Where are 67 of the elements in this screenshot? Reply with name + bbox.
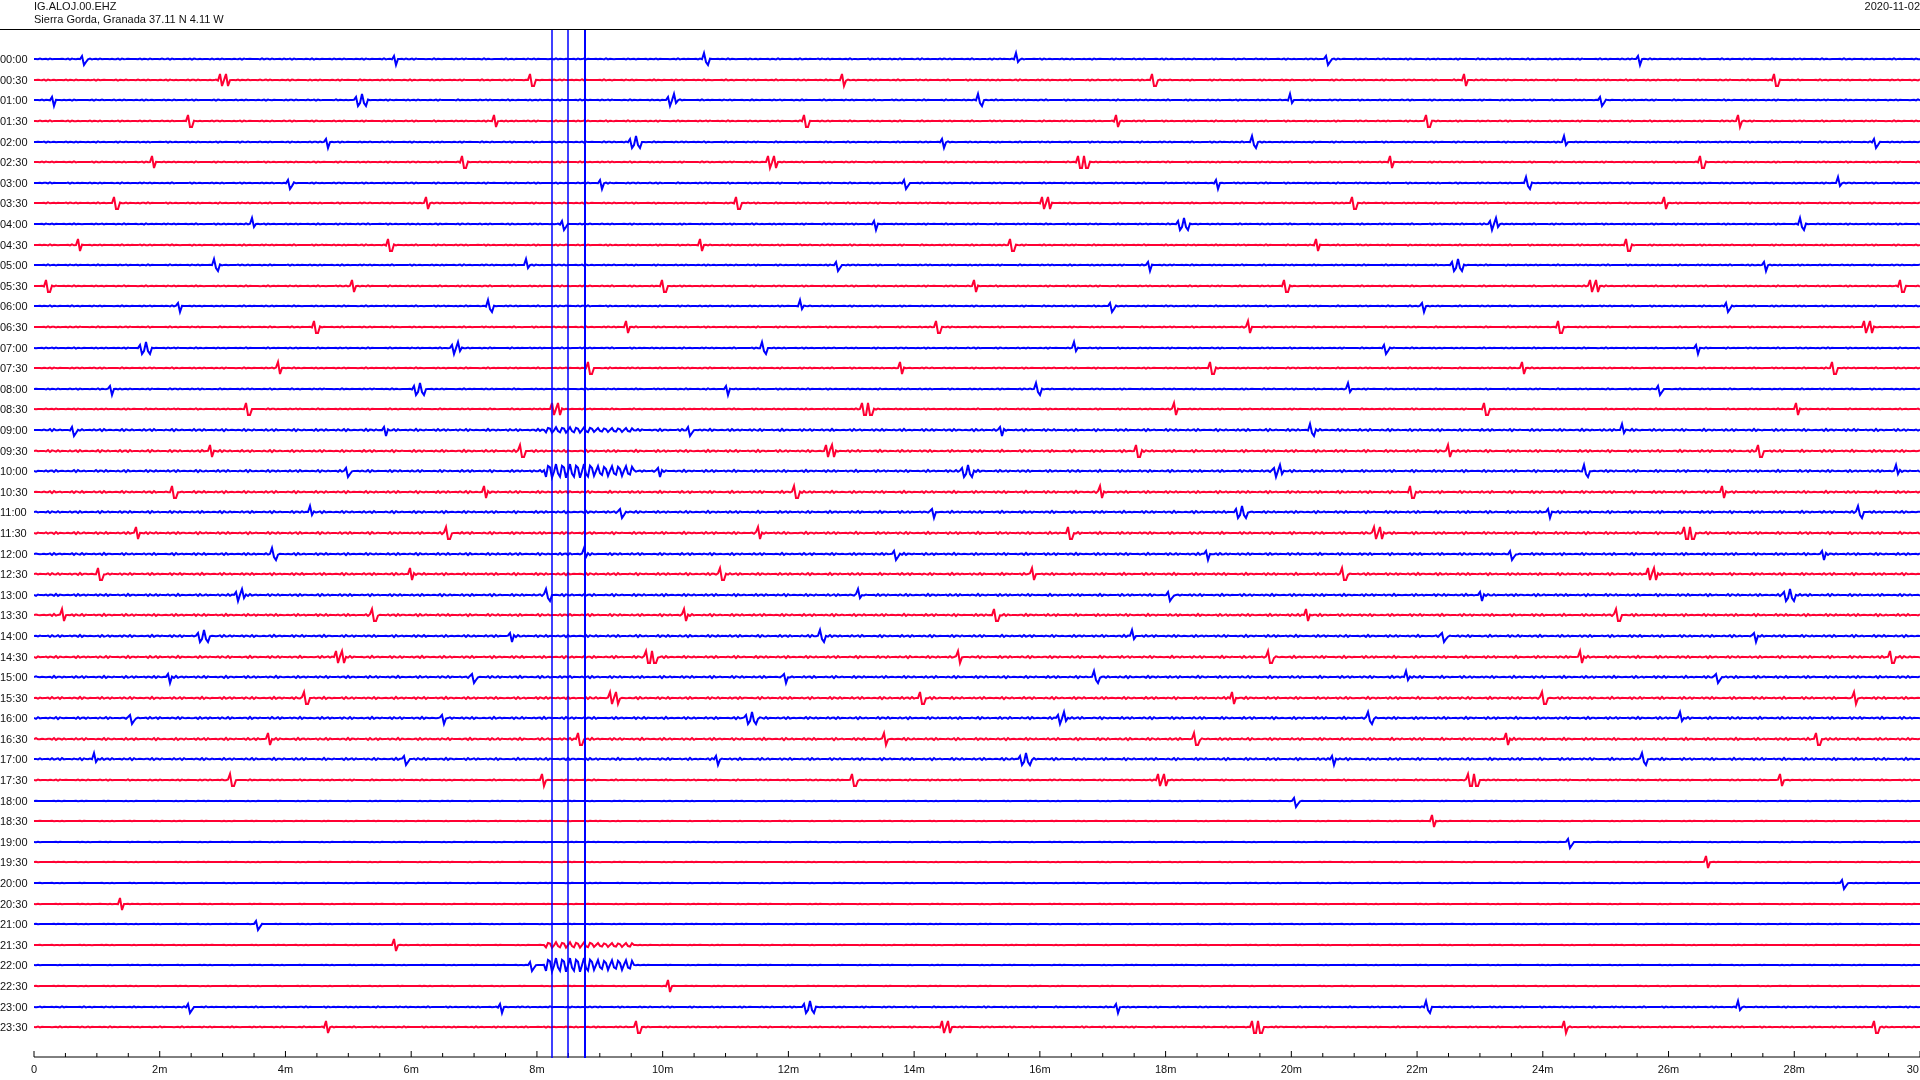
axis-tick-label: 14m xyxy=(903,1062,925,1075)
axis-tick-label: 0 xyxy=(30,1062,38,1075)
date-label: 2020-11-02 xyxy=(1864,0,1920,14)
axis-tick-label: 10m xyxy=(651,1062,674,1075)
trace-time-label: 16:00 xyxy=(0,712,29,725)
trace-time-label: 03:30 xyxy=(0,197,29,210)
trace-time-label: 23:00 xyxy=(0,1000,29,1013)
trace-time-label: 20:30 xyxy=(0,897,29,910)
trace-time-label: 01:00 xyxy=(0,94,29,107)
trace-time-label: 04:30 xyxy=(0,238,29,251)
axis-tick-label: 6m xyxy=(403,1062,419,1075)
trace-time-label: 17:00 xyxy=(0,753,29,766)
trace-time-label: 23:30 xyxy=(0,1021,29,1034)
axis-tick-label: 18m xyxy=(1154,1062,1177,1075)
trace-time-label: 06:30 xyxy=(0,321,29,333)
station-code: IG.ALOJ.00.EHZ xyxy=(34,0,118,13)
trace-time-label: 16:30 xyxy=(0,732,29,745)
trace-time-label: 05:30 xyxy=(0,279,29,292)
axis-tick-label: 2m xyxy=(152,1062,168,1075)
trace-time-label: 11:00 xyxy=(0,506,28,519)
trace-time-label: 00:30 xyxy=(0,73,29,86)
axis-tick-label: 26m xyxy=(1657,1062,1680,1075)
axis-tick-label: 16m xyxy=(1029,1062,1051,1075)
trace-time-label: 04:00 xyxy=(0,218,29,231)
trace-time-label: 03:00 xyxy=(0,176,29,189)
axis-tick-label: 30 xyxy=(1906,1062,1919,1075)
trace-time-label: 06:00 xyxy=(0,300,29,313)
axis-tick-label: 8m xyxy=(529,1062,545,1075)
trace-time-label: 19:30 xyxy=(0,856,29,869)
trace-time-label: 12:30 xyxy=(0,568,29,581)
axis-tick-label: 22m xyxy=(1406,1062,1428,1075)
trace-time-label: 21:00 xyxy=(0,918,29,931)
trace-time-label: 05:00 xyxy=(0,259,29,272)
trace-time-label: 19:00 xyxy=(0,835,29,848)
trace-time-label: 02:00 xyxy=(0,135,29,148)
station-location: Sierra Gorda, Granada 37.11 N 4.11 W xyxy=(34,13,224,26)
trace-time-label: 00:00 xyxy=(0,53,29,66)
trace-time-label: 14:30 xyxy=(0,650,29,663)
trace-time-label: 20:00 xyxy=(0,877,29,890)
trace-time-label: 18:00 xyxy=(0,794,29,807)
axis-tick-label: 4m xyxy=(277,1062,294,1075)
trace-time-label: 10:00 xyxy=(0,465,29,478)
trace-time-label: 13:30 xyxy=(0,609,29,622)
trace-time-label: 13:00 xyxy=(0,588,29,601)
axis-tick-label: 28m xyxy=(1783,1062,1805,1075)
trace-time-label: 22:00 xyxy=(0,959,29,972)
axis-tick-label: 20m xyxy=(1280,1062,1303,1075)
trace-time-label: 08:30 xyxy=(0,403,29,416)
axis-tick-label: 12m xyxy=(777,1062,800,1075)
trace-time-label: 01:30 xyxy=(0,115,29,128)
axis-tick-label: 24m xyxy=(1532,1062,1554,1075)
trace-time-label: 02:30 xyxy=(0,156,29,169)
trace-time-label: 08:00 xyxy=(0,382,29,395)
trace-time-label: 10:30 xyxy=(0,485,29,498)
trace-time-label: 11:30 xyxy=(0,526,28,539)
trace-time-label: 07:00 xyxy=(0,341,29,354)
trace-time-label: 12:00 xyxy=(0,547,29,560)
trace-time-label: 14:00 xyxy=(0,629,29,642)
trace-time-label: 17:30 xyxy=(0,774,29,787)
trace-time-label: 07:30 xyxy=(0,362,29,375)
trace-time-label: 21:30 xyxy=(0,938,29,951)
trace-time-label: 18:30 xyxy=(0,815,29,828)
trace-time-label: 09:00 xyxy=(0,424,29,436)
trace-time-label: 15:00 xyxy=(0,671,29,684)
trace-time-label: 22:30 xyxy=(0,980,29,992)
trace-time-label: 15:30 xyxy=(0,691,29,704)
trace-time-label: 09:30 xyxy=(0,444,29,457)
